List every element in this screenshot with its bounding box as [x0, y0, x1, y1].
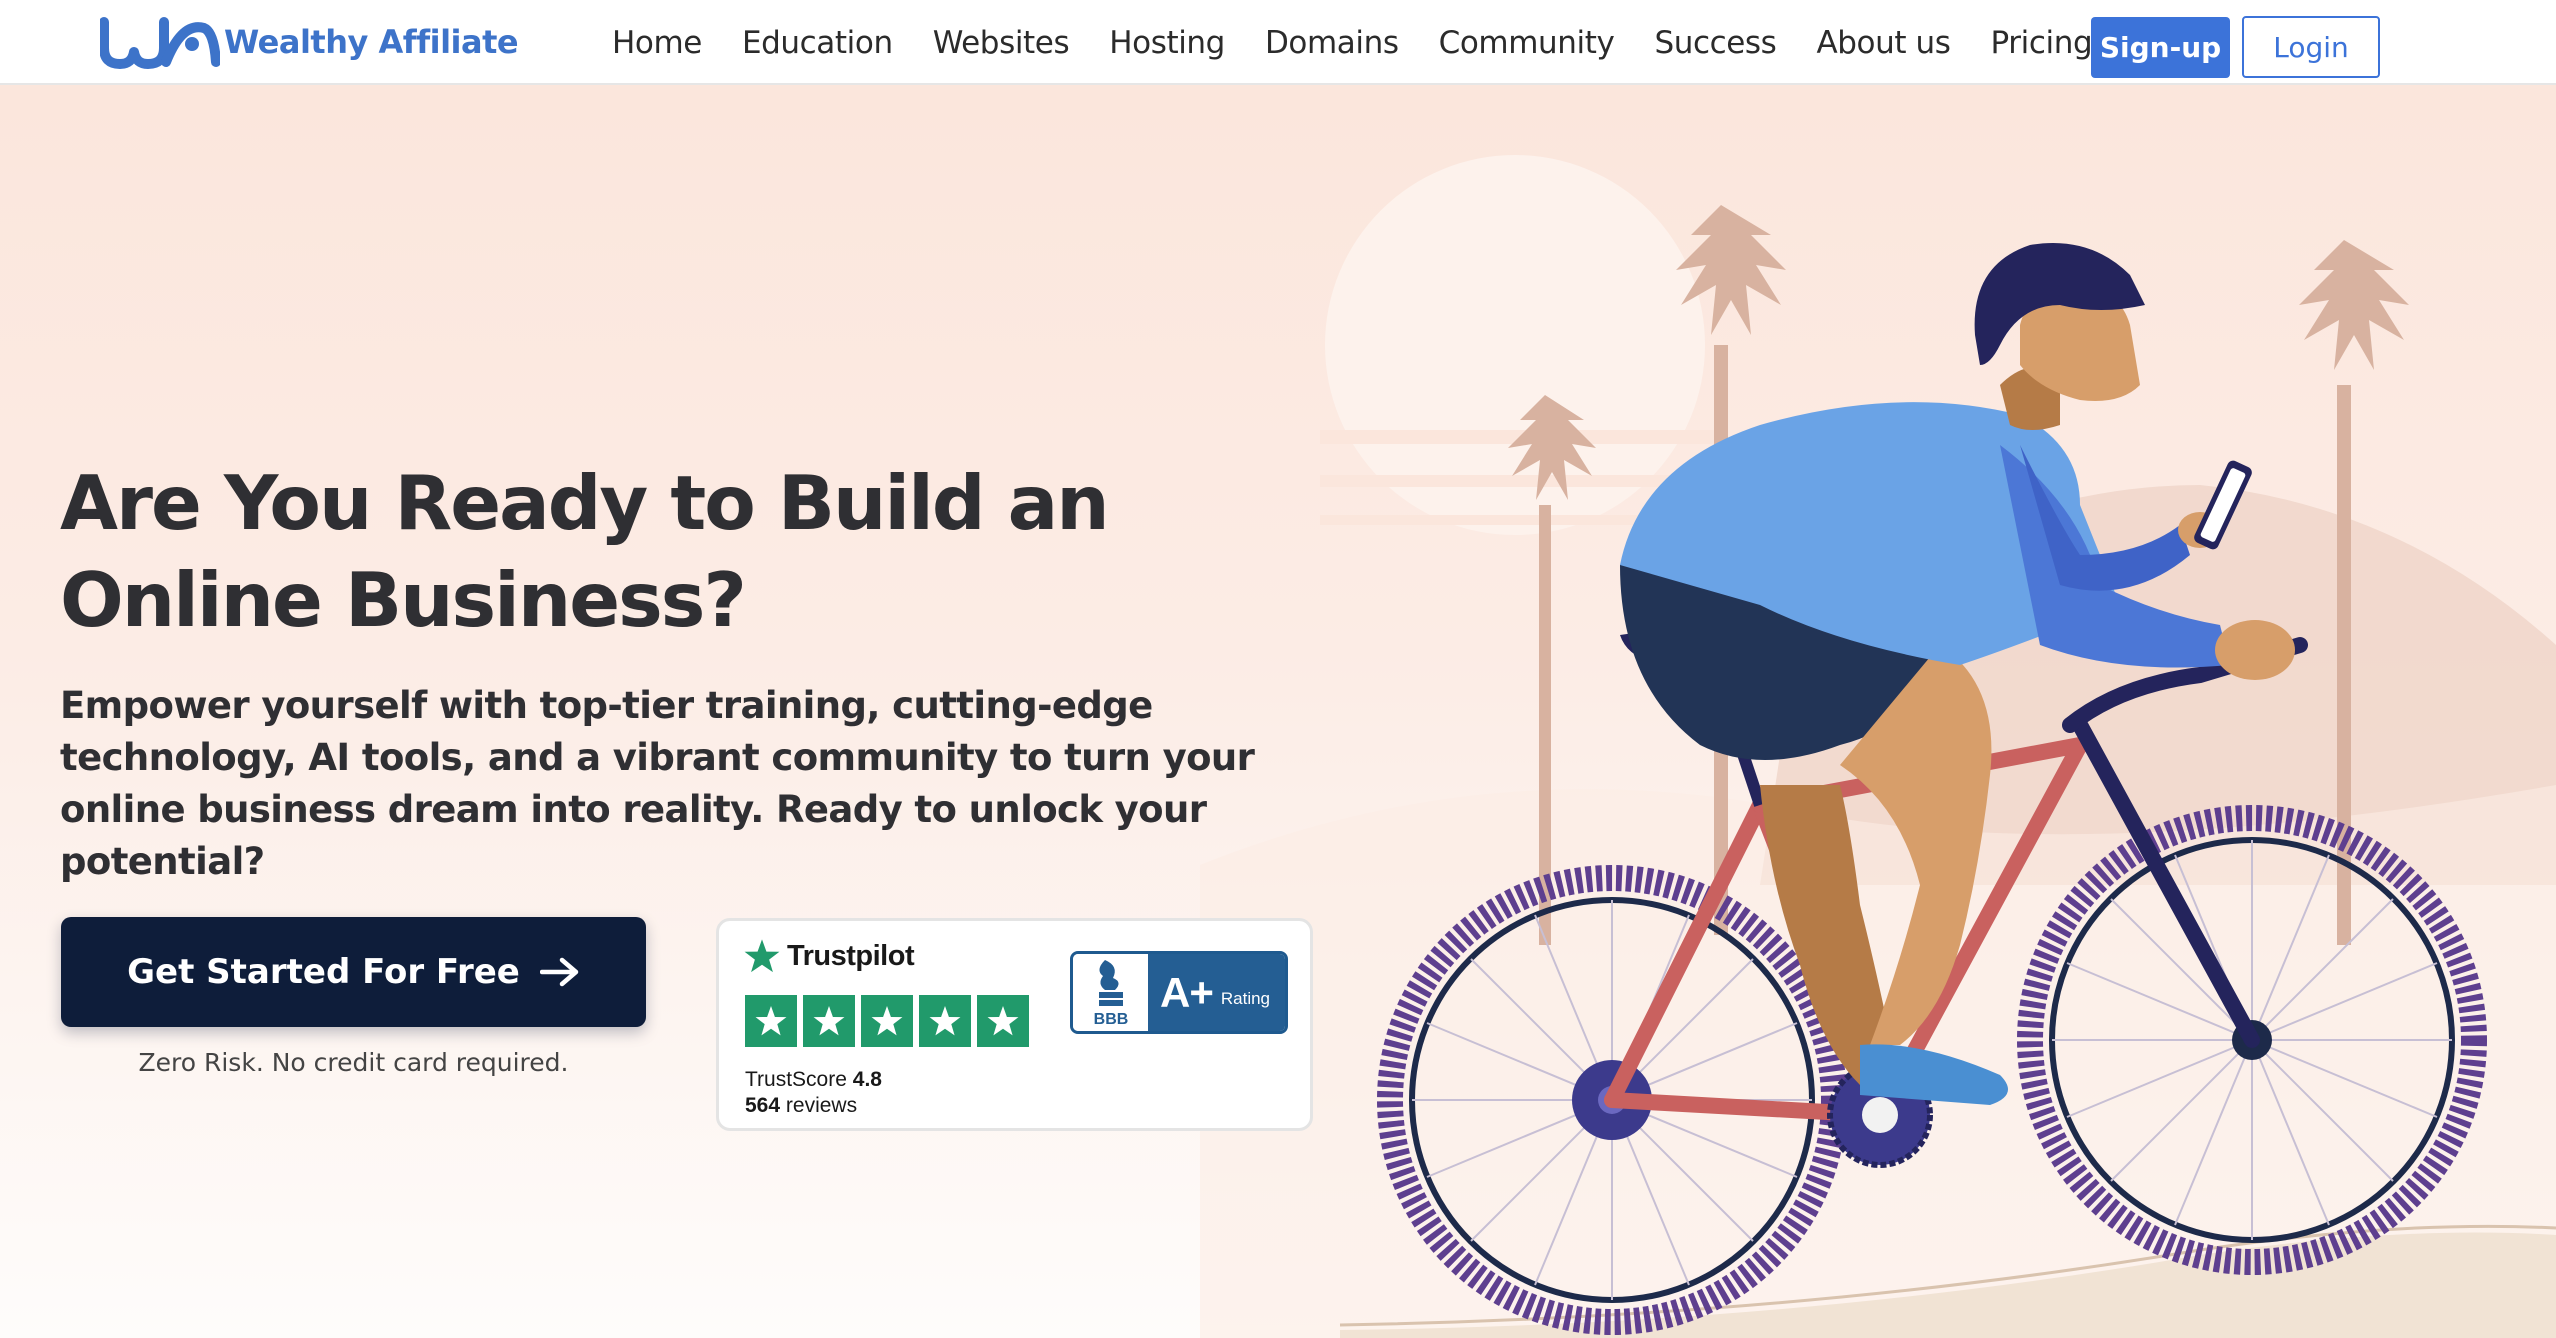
bbb-torch-icon: BBB	[1093, 959, 1128, 1028]
star-icon	[977, 995, 1029, 1047]
trustpilot-stars	[745, 995, 1035, 1047]
nav-domains[interactable]: Domains	[1265, 25, 1399, 61]
trustscore-value: 4.8	[852, 1068, 882, 1091]
trust-badges-card: Trustpilot TrustScore 4.8 564 reviews BB…	[716, 918, 1313, 1131]
bbb-rating-label: Rating	[1220, 988, 1270, 1008]
cyclist-illustration	[1200, 155, 2556, 1338]
bbb-grade: A+	[1160, 968, 1214, 1016]
trustpilot-name: Trustpilot	[787, 939, 915, 972]
wa-logo-icon	[100, 17, 220, 69]
trustpilot-star-icon	[744, 939, 780, 973]
trustscore-label: TrustScore	[745, 1068, 847, 1091]
cta-note: Zero Risk. No credit card required.	[138, 1048, 569, 1077]
trustscore-text: TrustScore 4.8 564 reviews	[745, 1067, 882, 1119]
star-icon	[745, 995, 797, 1047]
headline-line-2: Online Business?	[60, 556, 747, 644]
reviews-label: reviews	[785, 1094, 858, 1117]
get-started-label: Get Started For Free	[127, 952, 520, 992]
get-started-button[interactable]: Get Started For Free	[61, 917, 646, 1027]
hero-headline: Are You Ready to Build an Online Busines…	[60, 455, 1160, 649]
nav-pricing[interactable]: Pricing	[1991, 25, 2093, 61]
reviews-count: 564	[745, 1094, 781, 1117]
trustpilot-header[interactable]: Trustpilot	[743, 937, 915, 975]
star-icon	[803, 995, 855, 1047]
hero-section: Are You Ready to Build an Online Busines…	[0, 85, 2556, 1338]
hero-subheadline: Empower yourself with top-tier training,…	[60, 684, 1255, 883]
nav-success[interactable]: Success	[1654, 25, 1776, 61]
bbb-label: BBB	[1093, 1011, 1128, 1028]
nav-hosting[interactable]: Hosting	[1109, 25, 1225, 61]
bbb-badge[interactable]: BBB A+ Rating	[1070, 951, 1288, 1034]
main-nav: Home Education Websites Hosting Domains …	[612, 0, 2132, 85]
top-navbar: Wealthy Affiliate Home Education Website…	[0, 0, 2556, 85]
logo[interactable]: Wealthy Affiliate	[100, 12, 519, 72]
logo-text: Wealthy Affiliate	[224, 23, 519, 61]
nav-community[interactable]: Community	[1439, 25, 1615, 61]
nav-about-us[interactable]: About us	[1816, 25, 1951, 61]
star-icon	[919, 995, 971, 1047]
nav-websites[interactable]: Websites	[933, 25, 1070, 61]
bbb-rating-panel: A+ Rating	[1148, 954, 1285, 1031]
login-button[interactable]: Login	[2242, 16, 2380, 78]
star-icon	[861, 995, 913, 1047]
arrow-right-icon	[539, 956, 580, 988]
nav-home[interactable]: Home	[612, 25, 702, 61]
signup-button[interactable]: Sign-up	[2091, 17, 2230, 78]
nav-education[interactable]: Education	[742, 25, 893, 61]
bbb-logo: BBB	[1073, 954, 1148, 1031]
headline-line-1: Are You Ready to Build an	[60, 459, 1110, 547]
